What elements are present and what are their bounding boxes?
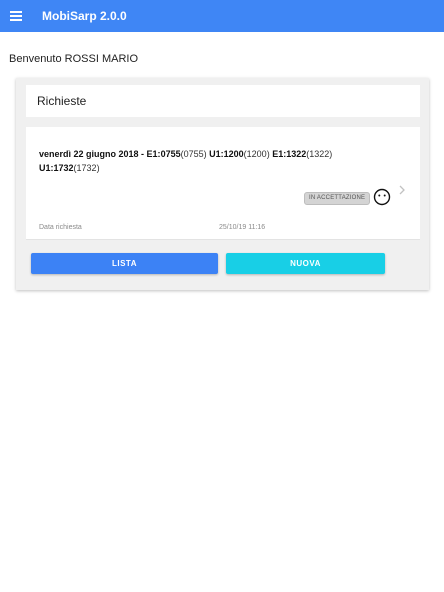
divider [26,239,420,240]
u1a-paren: (1200) [243,149,270,159]
u1a-label: U1: [209,149,224,159]
e1a-label: E1: [146,149,161,159]
e1b-value: 1322 [286,149,307,159]
e1b-paren: (1322) [306,149,333,159]
hamburger-menu-icon [10,11,22,21]
app-root: MobiSarp 2.0.0 Benvenuto ROSSI MARIO Ric… [0,0,444,592]
neutral-face-icon [373,188,391,206]
menu-button[interactable] [0,0,32,32]
request-date-label: Data richiesta [39,224,82,231]
e1a-paren: (0755) [180,149,207,159]
request-summary: venerdì 22 giugno 2018 - E1:0755(0755) U… [39,147,369,175]
e1b-label: E1: [272,149,287,159]
requests-header: Richieste [26,85,420,117]
u1b-paren: (1732) [73,163,100,173]
requests-panel: Richieste venerdì 22 giugno 2018 - E1:07… [16,78,429,290]
app-title: MobiSarp 2.0.0 [42,9,127,23]
u1b-value: 1732 [53,163,74,173]
request-date-value: 25/10/19 11:16 [219,224,266,231]
chevron-right-icon[interactable] [398,184,406,196]
nuova-button[interactable]: NUOVA [226,253,385,274]
request-item[interactable]: venerdì 22 giugno 2018 - E1:0755(0755) U… [26,127,420,240]
e1a-value: 0755 [160,149,181,159]
welcome-message: Benvenuto ROSSI MARIO [9,53,138,65]
u1a-value: 1200 [223,149,244,159]
request-date: venerdì 22 giugno 2018 [39,149,139,159]
lista-button[interactable]: LISTA [31,253,218,274]
request-separator: - [138,149,147,159]
u1b-label: U1: [39,163,54,173]
app-bar: MobiSarp 2.0.0 [0,0,444,32]
status-badge: IN ACCETTAZIONE [304,192,371,205]
